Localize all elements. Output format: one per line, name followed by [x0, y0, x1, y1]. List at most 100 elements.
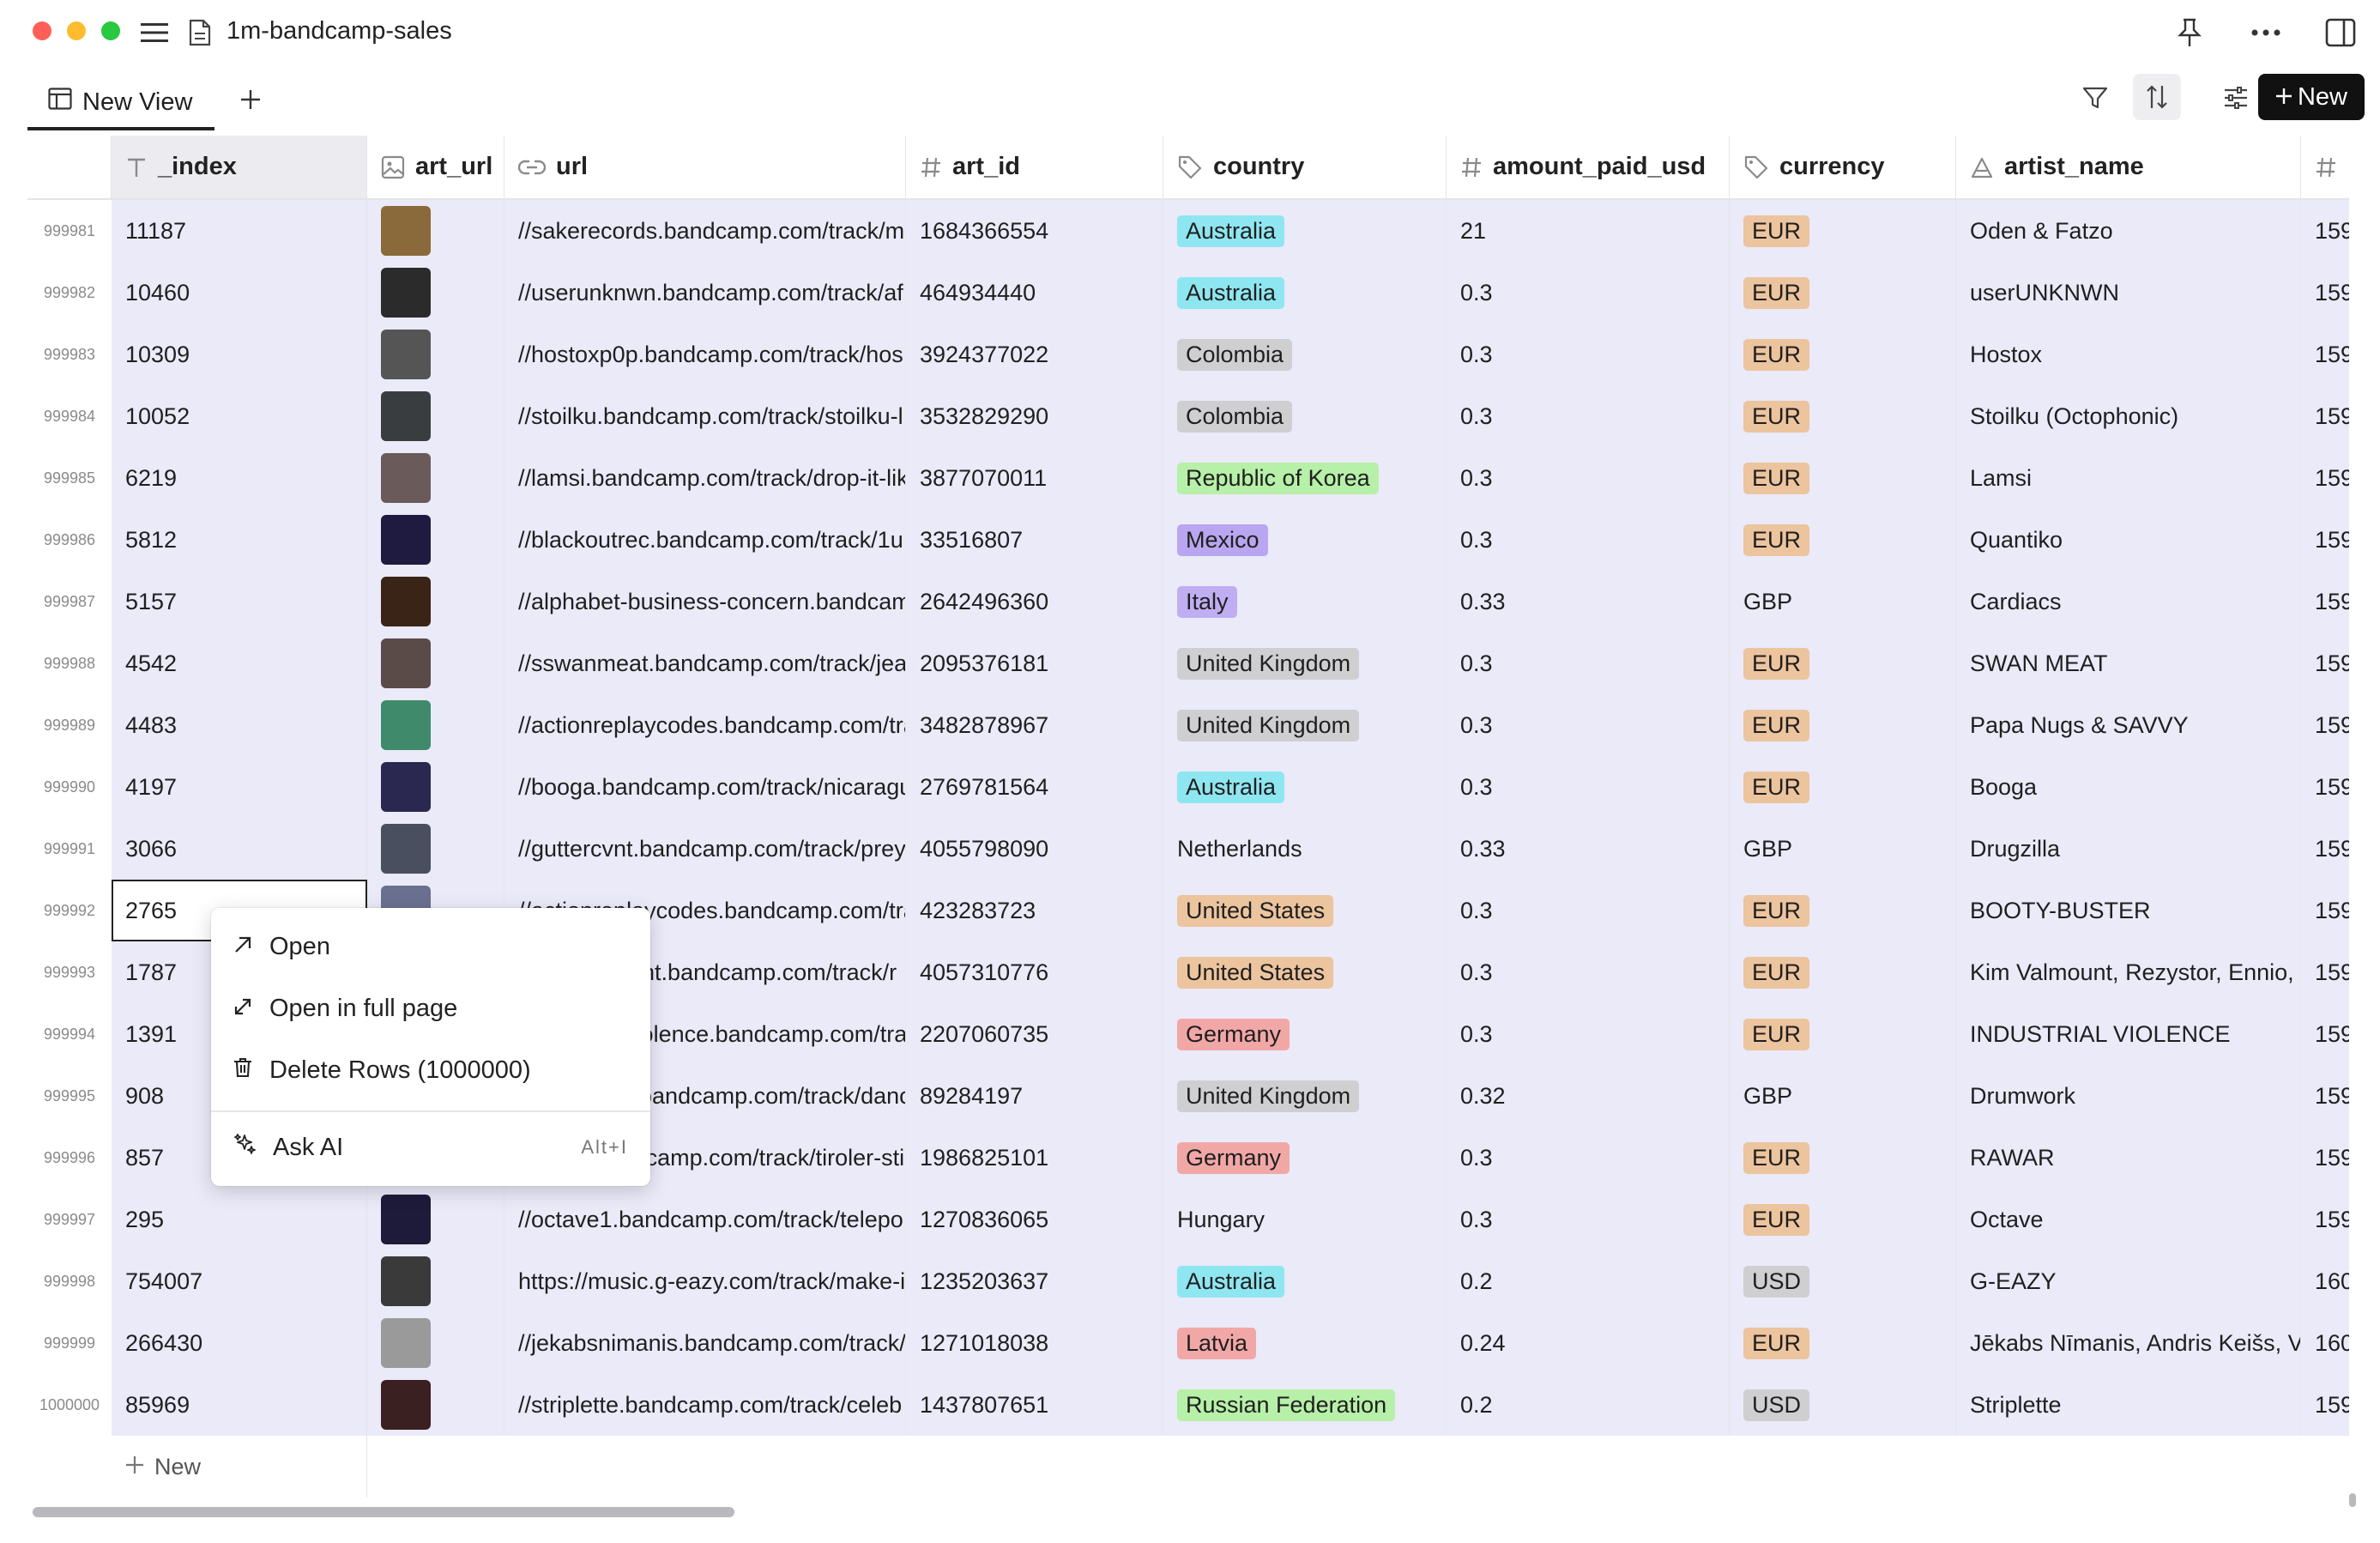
cell-artist[interactable]: INDUSTRIAL VIOLENCE: [1956, 1003, 2301, 1065]
table-row[interactable]: 999991 3066 //guttercvnt.bandcamp.com/trac…: [27, 818, 2349, 880]
cell-amount[interactable]: 0.2: [1447, 1250, 1730, 1312]
cell-url[interactable]: //octave1.bandcamp.com/track/telepo: [504, 1189, 906, 1250]
cell-art-id[interactable]: 1235203637: [906, 1250, 1163, 1312]
menu-item-open-full-page[interactable]: Open in full page: [211, 978, 650, 1038]
column-header-currency[interactable]: currency: [1730, 136, 1956, 200]
cell-art-id[interactable]: 89284197: [906, 1065, 1163, 1127]
hamburger-menu-icon[interactable]: [137, 15, 172, 50]
cell-amount[interactable]: 0.3: [1447, 262, 1730, 324]
table-row[interactable]: 999998 754007 https://music.g-eazy.com/tra…: [27, 1250, 2349, 1312]
cell-art-id[interactable]: 1271018038: [906, 1312, 1163, 1374]
cell-amount[interactable]: 0.3: [1447, 941, 1730, 1003]
cell-art-id[interactable]: 4057310776: [906, 941, 1163, 1003]
cell-country[interactable]: Australia: [1163, 200, 1447, 262]
cell-url[interactable]: https://music.g-eazy.com/track/make-i: [504, 1250, 906, 1312]
cell-artist[interactable]: SWAN MEAT: [1956, 632, 2301, 694]
cell-artist[interactable]: Kim Valmount, Rezystor, Ennio, Da: [1956, 941, 2301, 1003]
cell-currency[interactable]: EUR: [1730, 1189, 1956, 1250]
cell-index[interactable]: 4197: [112, 756, 367, 818]
cell-last[interactable]: 159: [2301, 447, 2349, 509]
cell-last[interactable]: 159: [2301, 385, 2349, 447]
cell-index[interactable]: 4483: [112, 694, 367, 756]
cell-url[interactable]: //striplette.bandcamp.com/track/celeb: [504, 1374, 906, 1436]
cell-last[interactable]: 159: [2301, 1127, 2349, 1189]
cell-artist[interactable]: Quantiko: [1956, 509, 2301, 571]
cell-art[interactable]: [367, 1189, 504, 1250]
cell-last[interactable]: 159: [2301, 941, 2349, 1003]
cell-artist[interactable]: Octave: [1956, 1189, 2301, 1250]
adjust-columns-icon[interactable]: [2217, 79, 2255, 117]
cell-last[interactable]: 159: [2301, 509, 2349, 571]
table-row[interactable]: 999981 11187 //sakerecords.bandcamp.com/tr…: [27, 200, 2349, 262]
cell-index[interactable]: 11187: [112, 200, 367, 262]
cell-last[interactable]: 159: [2301, 756, 2349, 818]
cell-country[interactable]: United Kingdom: [1163, 632, 1447, 694]
cell-index[interactable]: 5157: [112, 571, 367, 632]
cell-country[interactable]: Netherlands: [1163, 818, 1447, 880]
cell-index[interactable]: 754007: [112, 1250, 367, 1312]
column-header-more[interactable]: [2301, 136, 2349, 200]
menu-item-ask-ai[interactable]: Ask AI Alt+I: [211, 1117, 650, 1177]
cell-art-id[interactable]: 33516807: [906, 509, 1163, 571]
table-row[interactable]: 999985 6219 //lamsi.bandcamp.com/track/dro…: [27, 447, 2349, 509]
cell-currency[interactable]: EUR: [1730, 632, 1956, 694]
add-view-icon[interactable]: [233, 82, 268, 117]
cell-art-id[interactable]: 1437807651: [906, 1374, 1163, 1436]
cell-url[interactable]: //lamsi.bandcamp.com/track/drop-it-lik: [504, 447, 906, 509]
cell-art-id[interactable]: 3924377022: [906, 324, 1163, 385]
cell-url[interactable]: //alphabet-business-concern.bandcam|: [504, 571, 906, 632]
table-row[interactable]: 999987 5157 //alphabet-business-concern.ba…: [27, 571, 2349, 632]
sidebar-toggle-icon[interactable]: [2322, 14, 2359, 51]
cell-index[interactable]: 3066: [112, 818, 367, 880]
horizontal-scrollbar[interactable]: [33, 1507, 734, 1517]
cell-art[interactable]: [367, 509, 504, 571]
cell-currency[interactable]: USD: [1730, 1374, 1956, 1436]
cell-currency[interactable]: GBP: [1730, 571, 1956, 632]
cell-url[interactable]: //guttercvnt.bandcamp.com/track/prey: [504, 818, 906, 880]
table-row[interactable]: 999990 4197 //booga.bandcamp.com/track/nic…: [27, 756, 2349, 818]
cell-country[interactable]: Russian Federation: [1163, 1374, 1447, 1436]
cell-art-id[interactable]: 3877070011: [906, 447, 1163, 509]
cell-last[interactable]: 159: [2301, 1003, 2349, 1065]
cell-amount[interactable]: 0.3: [1447, 880, 1730, 941]
cell-art[interactable]: [367, 1250, 504, 1312]
table-row[interactable]: 1000000 85969 //striplette.bandcamp.com/tr…: [27, 1374, 2349, 1436]
cell-country[interactable]: Germany: [1163, 1003, 1447, 1065]
cell-artist[interactable]: Drugzilla: [1956, 818, 2301, 880]
cell-url[interactable]: //userunknwn.bandcamp.com/track/af: [504, 262, 906, 324]
new-record-button[interactable]: New: [2258, 74, 2365, 120]
cell-art-id[interactable]: 2642496360: [906, 571, 1163, 632]
cell-url[interactable]: //jekabsnimanis.bandcamp.com/track/: [504, 1312, 906, 1374]
cell-index[interactable]: 295: [112, 1189, 367, 1250]
cell-country[interactable]: United Kingdom: [1163, 1065, 1447, 1127]
cell-art[interactable]: [367, 571, 504, 632]
cell-artist[interactable]: userUNKNWN: [1956, 262, 2301, 324]
cell-art-id[interactable]: 1986825101: [906, 1127, 1163, 1189]
cell-amount[interactable]: 0.33: [1447, 818, 1730, 880]
table-row[interactable]: 999984 10052 //stoilku.bandcamp.com/track/…: [27, 385, 2349, 447]
cell-index[interactable]: 4542: [112, 632, 367, 694]
cell-index[interactable]: 10309: [112, 324, 367, 385]
cell-artist[interactable]: Drumwork: [1956, 1065, 2301, 1127]
sort-button[interactable]: [2133, 74, 2181, 120]
column-header-country[interactable]: country: [1163, 136, 1447, 200]
cell-artist[interactable]: Lamsi: [1956, 447, 2301, 509]
cell-country[interactable]: Germany: [1163, 1127, 1447, 1189]
column-header-artist-name[interactable]: artist_name: [1956, 136, 2301, 200]
cell-last[interactable]: 159: [2301, 818, 2349, 880]
cell-index[interactable]: 10052: [112, 385, 367, 447]
cell-art-id[interactable]: 4055798090: [906, 818, 1163, 880]
cell-art-id[interactable]: 2769781564: [906, 756, 1163, 818]
menu-item-open[interactable]: Open: [211, 917, 650, 977]
cell-amount[interactable]: 0.3: [1447, 756, 1730, 818]
cell-last[interactable]: 159: [2301, 324, 2349, 385]
cell-country[interactable]: Latvia: [1163, 1312, 1447, 1374]
cell-amount[interactable]: 0.3: [1447, 447, 1730, 509]
cell-artist[interactable]: Cardiacs: [1956, 571, 2301, 632]
cell-currency[interactable]: GBP: [1730, 1065, 1956, 1127]
maximize-window-button[interactable]: [101, 21, 120, 40]
pin-icon[interactable]: [2171, 14, 2208, 51]
cell-currency[interactable]: EUR: [1730, 324, 1956, 385]
cell-country[interactable]: United Kingdom: [1163, 694, 1447, 756]
cell-currency[interactable]: EUR: [1730, 694, 1956, 756]
